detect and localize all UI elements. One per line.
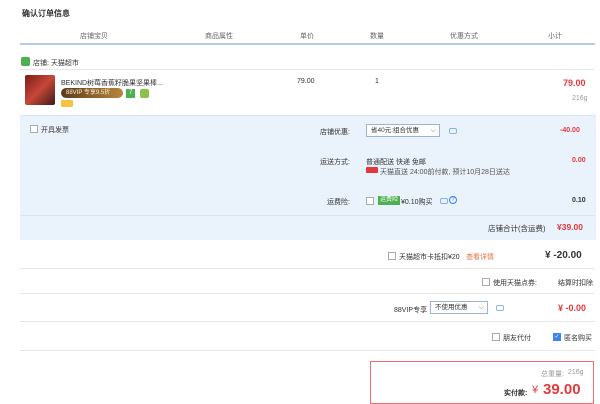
vip88-label: 88VIP专享	[394, 307, 428, 314]
divider-2	[20, 293, 595, 294]
invoice-checkbox[interactable]	[30, 125, 38, 133]
service-icon	[140, 89, 149, 98]
pay-label: 实付款:	[504, 390, 528, 397]
tmall-points-value: 结算时扣除	[558, 280, 593, 287]
vip88-select[interactable]: 不使用优惠 ⌵	[430, 301, 488, 314]
message-icon[interactable]	[449, 128, 457, 134]
order-options-panel	[20, 115, 596, 240]
shop-discount-value: 省40元:组合优惠	[371, 127, 420, 134]
card-deduct-checkbox[interactable]	[388, 252, 396, 260]
invoice-label: 开具发票	[41, 127, 69, 134]
divider-1	[20, 268, 595, 269]
total-weight-label: 总重量:	[541, 371, 564, 378]
shipping-amount: 0.00	[572, 157, 586, 164]
shipping-label: 运送方式:	[320, 159, 350, 166]
insurance-tag: 运费险	[378, 196, 401, 205]
chevron-down-icon: ⌵	[430, 127, 436, 134]
shop-icon	[21, 57, 30, 66]
help-icon[interactable]: ?	[449, 196, 457, 204]
item-subtotal: 79.00	[563, 78, 586, 88]
vip88-message-icon[interactable]	[496, 305, 504, 311]
insurance-amount: 0.10	[572, 197, 586, 204]
shipping-method: 普通配送 快递 免邮	[366, 159, 426, 166]
divider-4	[20, 350, 595, 351]
item-price: 79.00	[297, 78, 315, 85]
shop-name[interactable]: 店铺: 天猫超市	[33, 58, 79, 68]
vip88-amount: ¥ -0.00	[558, 303, 587, 313]
chevron-down-icon: ⌵	[478, 304, 484, 311]
col-header-subtotal: 小计	[548, 33, 562, 40]
shop-divider	[20, 69, 595, 70]
anonymous-checkbox[interactable]: ✓	[553, 333, 561, 341]
col-header-item: 店铺宝贝	[80, 33, 108, 40]
total-weight: 216g	[568, 369, 584, 376]
friend-pay-label: 朋友代付	[503, 335, 531, 342]
insurance-label: 运费险:	[327, 199, 350, 206]
divider-3	[20, 321, 595, 322]
pay-currency: ¥	[532, 384, 539, 396]
anonymous-label: 匿名购买	[564, 335, 592, 342]
header-divider	[20, 43, 595, 45]
shop-total-value: ¥39.00	[557, 222, 583, 232]
insurance-price: ¥0.10购买	[401, 199, 433, 206]
item-weight: 216g	[572, 95, 588, 102]
col-header-discount: 优惠方式	[450, 33, 478, 40]
shipping-note: 天猫直送 24:00前付款, 预计10月28日送达	[380, 169, 510, 176]
col-header-price: 单价	[300, 33, 314, 40]
friend-pay-checkbox[interactable]	[492, 333, 500, 341]
card-deduct-label: 天猫超市卡抵扣¥20	[399, 254, 460, 261]
tmall-points-label: 使用天猫点券:	[493, 280, 537, 287]
shop-discount-select[interactable]: 省40元:组合优惠 ⌵	[366, 124, 440, 137]
shop-discount-label: 店铺优惠:	[320, 129, 350, 136]
promo-tag-icon	[61, 100, 73, 107]
col-header-qty: 数量	[370, 33, 384, 40]
panel-divider	[20, 215, 595, 216]
tmall-direct-icon	[366, 167, 378, 173]
card-deduct-amount: ¥ -20.00	[545, 250, 582, 261]
vip88-value: 不使用优惠	[435, 304, 468, 311]
product-name[interactable]: BEKIND树莓香蕉籽脆果坚果棒...	[61, 78, 171, 88]
shop-discount-amount: -40.00	[560, 127, 580, 134]
insurance-checkbox[interactable]	[366, 197, 374, 205]
card-deduct-link[interactable]: 查看详情	[466, 252, 494, 262]
col-header-attrs: 商品属性	[205, 33, 233, 40]
insurance-message-icon[interactable]	[440, 198, 448, 204]
seven-day-return-icon: 7	[126, 89, 135, 98]
pay-amount: 39.00	[543, 381, 581, 398]
tmall-points-checkbox[interactable]	[482, 278, 490, 286]
shop-total-label: 店铺合计(含运费)	[488, 224, 546, 233]
product-image[interactable]	[25, 75, 55, 105]
item-quantity: 1	[375, 78, 379, 85]
page-title: 确认订单信息	[22, 9, 70, 18]
vip-discount-badge: 88VIP 专享9.5折	[61, 88, 123, 98]
